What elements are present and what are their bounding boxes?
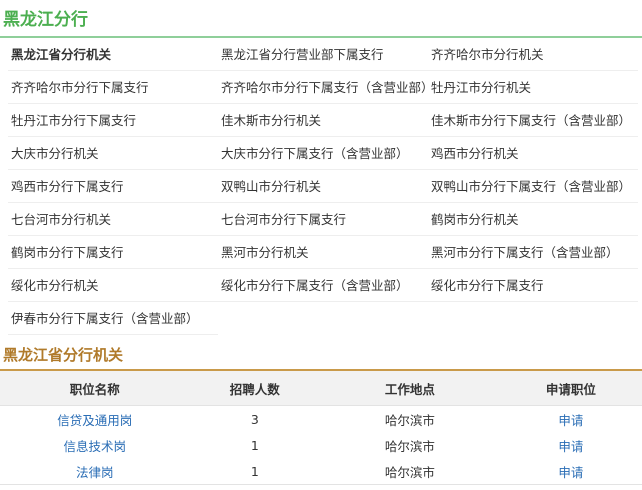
branch-row: 大庆市分行机关 大庆市分行下属支行（含营业部） 鸡西市分行机关: [8, 137, 640, 170]
branch-row: 齐齐哈尔市分行下属支行 齐齐哈尔市分行下属支行（含营业部） 牡丹江市分行机关: [8, 71, 640, 104]
branch-link[interactable]: 佳木斯市分行机关: [218, 104, 428, 137]
apply-link[interactable]: 申请: [500, 432, 642, 458]
job-count: 3: [250, 411, 259, 427]
branch-link[interactable]: 牡丹江市分行下属支行: [8, 104, 218, 137]
branch-link[interactable]: 鹤岗市分行机关: [428, 203, 638, 236]
branch-grid: 黑龙江省分行机关 黑龙江省分行营业部下属支行 齐齐哈尔市分行机关 齐齐哈尔市分行…: [8, 38, 640, 335]
apply-link[interactable]: 申请: [500, 458, 642, 484]
job-count: 1: [250, 437, 259, 453]
branch-link[interactable]: 七台河市分行机关: [8, 203, 218, 236]
header-position: 职位名称: [0, 371, 190, 406]
branch-link[interactable]: 黑龙江省分行机关: [8, 38, 218, 71]
branch-link[interactable]: 黑河市分行机关: [218, 236, 428, 269]
job-name-link[interactable]: 信贷及通用岗: [0, 406, 190, 433]
job-count: 1: [250, 463, 259, 479]
job-location: 哈尔滨市: [384, 412, 435, 428]
table-bottom-divider: [0, 484, 642, 485]
branch-link[interactable]: 黑河市分行下属支行（含营业部）: [428, 236, 638, 269]
table-header-row: 职位名称 招聘人数 工作地点 申请职位: [0, 371, 642, 406]
table-row: 法律岗 1 哈尔滨市 申请: [0, 458, 642, 484]
job-location: 哈尔滨市: [384, 438, 435, 454]
branch-link[interactable]: 鸡西市分行机关: [428, 137, 638, 170]
empty-cell: [428, 302, 638, 335]
branch-link[interactable]: 双鸭山市分行机关: [218, 170, 428, 203]
branch-row: 绥化市分行机关 绥化市分行下属支行（含营业部） 绥化市分行下属支行: [8, 269, 640, 302]
branch-row: 鹤岗市分行下属支行 黑河市分行机关 黑河市分行下属支行（含营业部）: [8, 236, 640, 269]
job-location: 哈尔滨市: [384, 464, 435, 480]
section-title: 黑龙江分行: [0, 0, 642, 38]
branch-link[interactable]: 七台河市分行下属支行: [218, 203, 428, 236]
branch-row: 黑龙江省分行机关 黑龙江省分行营业部下属支行 齐齐哈尔市分行机关: [8, 38, 640, 71]
branch-link[interactable]: 大庆市分行下属支行（含营业部）: [218, 137, 428, 170]
branch-link[interactable]: 双鸭山市分行下属支行（含营业部）: [428, 170, 638, 203]
branch-link[interactable]: 伊春市分行下属支行（含营业部）: [8, 302, 218, 335]
branch-row: 鸡西市分行下属支行 双鸭山市分行机关 双鸭山市分行下属支行（含营业部）: [8, 170, 640, 203]
branch-link[interactable]: 齐齐哈尔市分行机关: [428, 38, 638, 71]
header-apply: 申请职位: [499, 371, 642, 406]
branch-link[interactable]: 绥化市分行机关: [8, 269, 218, 302]
branch-link[interactable]: 大庆市分行机关: [8, 137, 218, 170]
branch-link[interactable]: 齐齐哈尔市分行下属支行: [8, 71, 218, 104]
branch-link[interactable]: 齐齐哈尔市分行下属支行（含营业部）: [218, 71, 428, 104]
table-row: 信息技术岗 1 哈尔滨市 申请: [0, 432, 642, 458]
branch-link[interactable]: 佳木斯市分行下属支行（含营业部）: [428, 104, 638, 137]
jobs-table: 职位名称 招聘人数 工作地点 申请职位 信贷及通用岗 3 哈尔滨市 申请 信息技…: [0, 371, 642, 484]
branch-link[interactable]: 牡丹江市分行机关: [428, 71, 638, 104]
header-count: 招聘人数: [189, 371, 320, 406]
branch-link[interactable]: 绥化市分行下属支行: [428, 269, 638, 302]
branch-row: 伊春市分行下属支行（含营业部）: [8, 302, 640, 335]
branch-row: 七台河市分行机关 七台河市分行下属支行 鹤岗市分行机关: [8, 203, 640, 236]
job-name-link[interactable]: 信息技术岗: [0, 432, 190, 458]
branch-link[interactable]: 鸡西市分行下属支行: [8, 170, 218, 203]
branch-link[interactable]: 鹤岗市分行下属支行: [8, 236, 218, 269]
jobs-section-title: 黑龙江省分行机关: [0, 339, 642, 371]
empty-cell: [218, 302, 428, 335]
branch-link[interactable]: 绥化市分行下属支行（含营业部）: [218, 269, 428, 302]
job-name-link[interactable]: 法律岗: [0, 458, 190, 484]
branch-link[interactable]: 黑龙江省分行营业部下属支行: [218, 38, 428, 71]
table-row: 信贷及通用岗 3 哈尔滨市 申请: [0, 406, 642, 433]
branch-row: 牡丹江市分行下属支行 佳木斯市分行机关 佳木斯市分行下属支行（含营业部）: [8, 104, 640, 137]
header-location: 工作地点: [320, 371, 500, 406]
apply-link[interactable]: 申请: [500, 406, 642, 433]
